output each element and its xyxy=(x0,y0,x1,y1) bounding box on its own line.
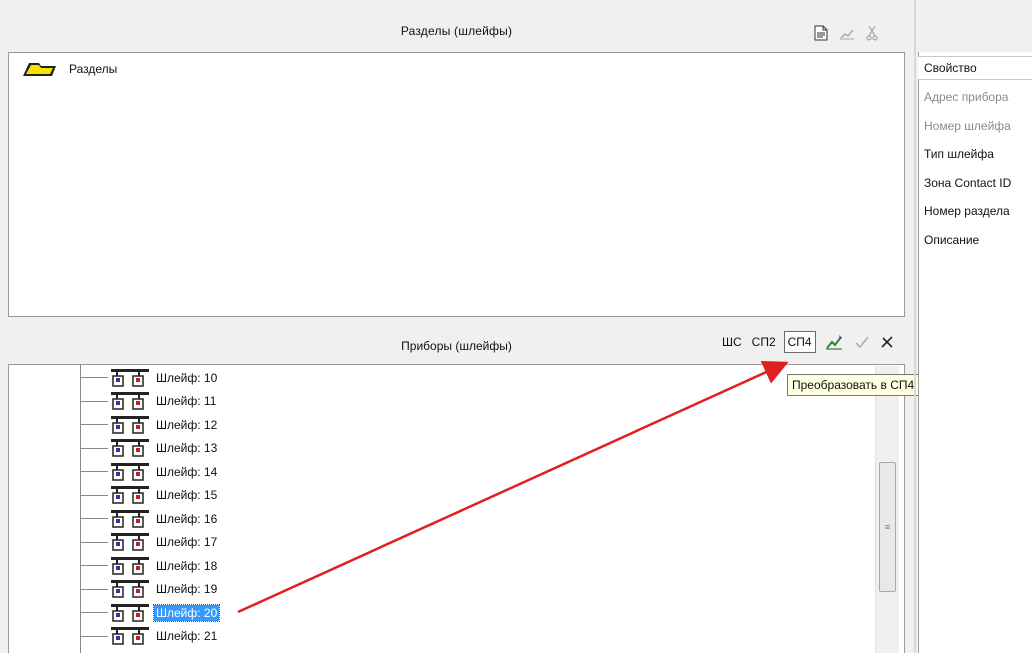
tooltip: Преобразовать в СП4 xyxy=(787,374,920,396)
property-row[interactable]: Зона Contact ID xyxy=(924,170,1011,196)
property-row[interactable]: Описание xyxy=(924,227,979,253)
property-row[interactable]: Номер шлейфа xyxy=(924,113,1011,139)
panel-divider[interactable] xyxy=(914,0,916,653)
property-row[interactable]: Адрес прибора xyxy=(924,84,1008,110)
properties-header: Свойство xyxy=(918,56,1032,80)
property-row[interactable]: Тип шлейфа xyxy=(924,141,994,167)
annotation-arrow xyxy=(237,360,789,614)
property-row[interactable]: Номер раздела xyxy=(924,198,1010,224)
